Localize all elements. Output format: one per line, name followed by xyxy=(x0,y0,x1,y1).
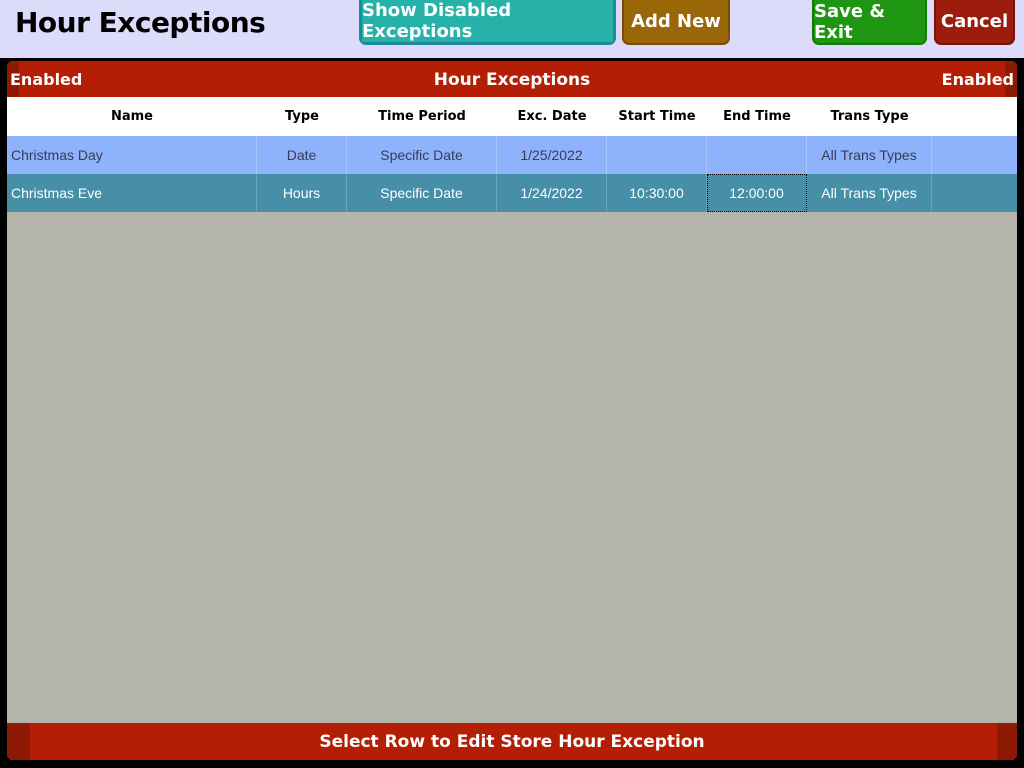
cell-trans-type[interactable]: All Trans Types xyxy=(807,174,932,212)
cancel-button[interactable]: Cancel xyxy=(934,0,1015,45)
page-title: Hour Exceptions xyxy=(15,6,266,39)
top-bar: Hour Exceptions Show Disabled Exceptions… xyxy=(0,0,1024,58)
cell-type[interactable]: Hours xyxy=(257,174,347,212)
cell-name[interactable]: Christmas Eve xyxy=(7,174,257,212)
cell-start-time[interactable] xyxy=(607,136,707,174)
save-exit-button[interactable]: Save & Exit xyxy=(812,0,927,45)
column-header-exc-date[interactable]: Exc. Date xyxy=(497,97,607,136)
footer-message: Select Row to Edit Store Hour Exception xyxy=(319,732,705,752)
column-header-end-time[interactable]: End Time xyxy=(707,97,807,136)
panel-title: Hour Exceptions xyxy=(433,70,591,90)
footer-bar: Select Row to Edit Store Hour Exception xyxy=(7,723,1017,760)
column-header-start-time[interactable]: Start Time xyxy=(607,97,707,136)
add-new-label: Add New xyxy=(631,11,721,32)
column-header-trans-type[interactable]: Trans Type xyxy=(807,97,932,136)
exceptions-panel: Hour Exceptions Enabled Enabled Name Typ… xyxy=(7,61,1017,760)
panel-header: Hour Exceptions Enabled Enabled xyxy=(7,61,1017,97)
show-disabled-exceptions-button[interactable]: Show Disabled Exceptions xyxy=(359,0,616,45)
table-row[interactable]: Christmas Day Date Specific Date 1/25/20… xyxy=(7,136,1017,174)
enabled-label-right: Enabled xyxy=(941,70,1014,89)
column-header-name[interactable]: Name xyxy=(7,97,257,136)
cell-end-time[interactable] xyxy=(707,136,807,174)
cell-type[interactable]: Date xyxy=(257,136,347,174)
save-exit-label: Save & Exit xyxy=(814,0,886,43)
cell-start-time[interactable]: 10:30:00 xyxy=(607,174,707,212)
cell-exc-date[interactable]: 1/24/2022 xyxy=(497,174,607,212)
cell-name[interactable]: Christmas Day xyxy=(7,136,257,174)
add-new-button[interactable]: Add New xyxy=(622,0,730,45)
cell-trans-type[interactable]: All Trans Types xyxy=(807,136,932,174)
cell-end-time[interactable]: 12:00:00 xyxy=(707,174,807,212)
cell-time-period[interactable]: Specific Date xyxy=(347,174,497,212)
cancel-label: Cancel xyxy=(940,11,1009,32)
cell-time-period[interactable]: Specific Date xyxy=(347,136,497,174)
table-column-header: Name Type Time Period Exc. Date Start Ti… xyxy=(7,97,1017,136)
cell-exc-date[interactable]: 1/25/2022 xyxy=(497,136,607,174)
column-header-type[interactable]: Type xyxy=(257,97,347,136)
enabled-label-left: Enabled xyxy=(10,70,83,89)
table-row[interactable]: Christmas Eve Hours Specific Date 1/24/2… xyxy=(7,174,1017,212)
column-header-time-period[interactable]: Time Period xyxy=(347,97,497,136)
show-disabled-exceptions-label: Show Disabled Exceptions xyxy=(362,0,512,42)
